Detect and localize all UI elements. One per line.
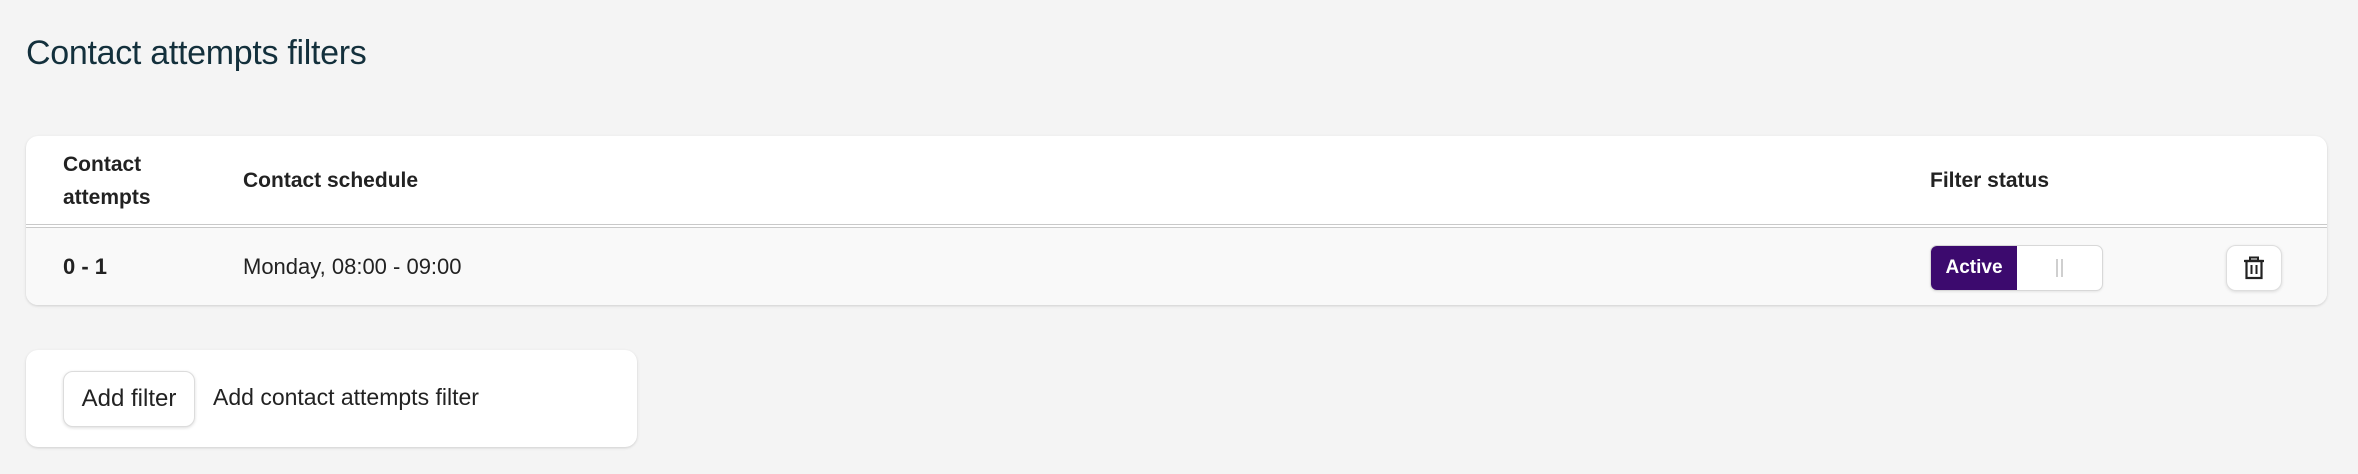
status-inactive-option[interactable] — [2017, 246, 2102, 290]
add-filter-button[interactable]: Add filter — [63, 371, 195, 427]
table-header: Contact attempts Contact schedule Filter… — [26, 136, 2327, 228]
contact-attempts-cell: 0 - 1 — [63, 254, 108, 279]
column-header-contact-attempts: Contact attempts — [63, 153, 151, 209]
filters-table: Contact attempts Contact schedule Filter… — [26, 136, 2327, 305]
add-filter-card: Add filter Add contact attempts filter — [26, 350, 637, 447]
contact-schedule-cell: Monday, 08:00 - 09:00 — [243, 254, 462, 279]
page: Contact attempts filters Contact attempt… — [0, 0, 2358, 474]
status-active-option[interactable]: Active — [1931, 246, 2017, 290]
column-header-contact-schedule: Contact schedule — [243, 169, 419, 192]
page-title: Contact attempts filters — [26, 34, 367, 72]
trash-icon — [2244, 256, 2264, 280]
add-filter-description: Add contact attempts filter — [213, 384, 479, 410]
table-row: 0 - 1 Monday, 08:00 - 09:00 Active — [26, 228, 2327, 305]
filter-status-toggle[interactable]: Active — [1930, 245, 2103, 291]
pause-icon — [2056, 259, 2063, 277]
delete-filter-button[interactable] — [2226, 245, 2282, 291]
column-header-filter-status: Filter status — [1930, 169, 2050, 192]
